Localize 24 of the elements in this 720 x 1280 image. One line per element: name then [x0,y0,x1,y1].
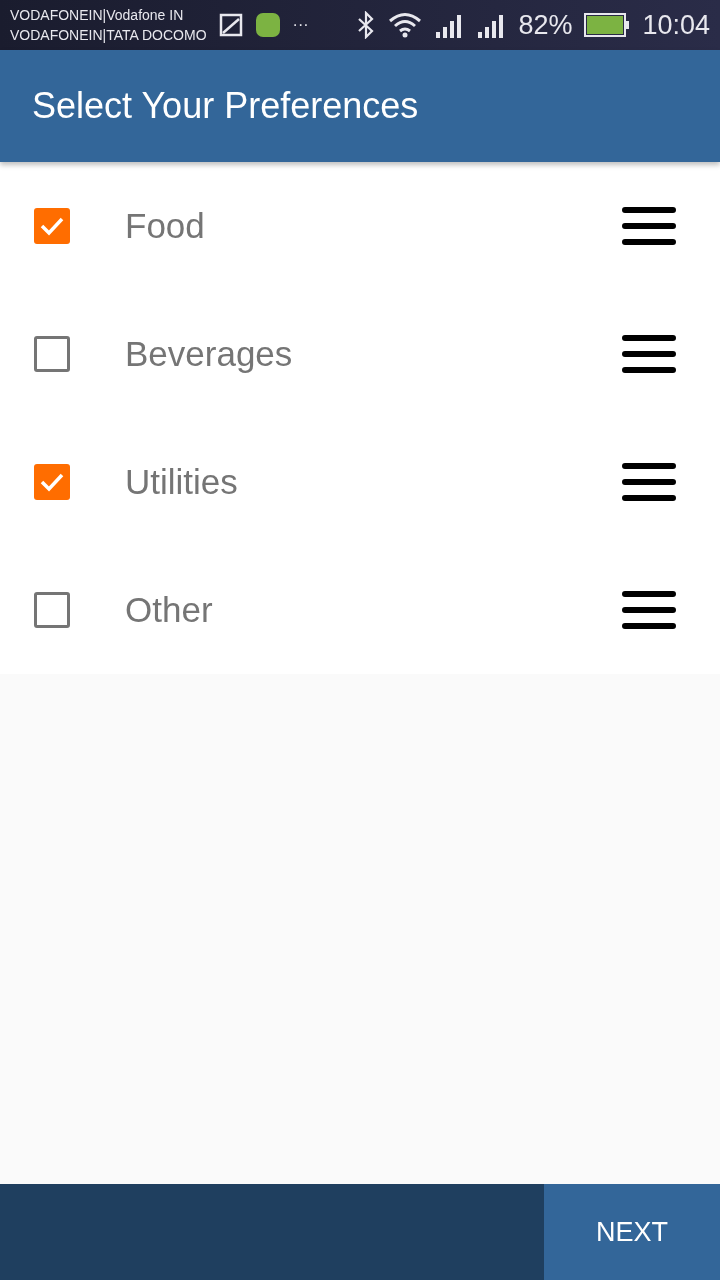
drag-handle-icon[interactable] [622,206,676,246]
clock: 10:04 [642,9,710,41]
battery-icon [584,13,631,37]
next-button[interactable]: NEXT [544,1184,720,1280]
checkbox[interactable] [34,464,70,500]
overflow-text: ··· [292,16,309,34]
drag-handle-icon[interactable] [622,334,676,374]
image-icon [218,13,243,37]
carrier-name: VODAFONEIN|Vodafone IN [10,6,185,25]
app-title: Select Your Preferences [32,85,419,127]
wifi-icon [388,12,423,38]
checkbox[interactable] [34,336,70,372]
carrier-name: VODAFONEIN|TATA DOCOMO [10,26,207,45]
preference-label: Food [125,206,206,246]
checkbox[interactable] [34,592,70,628]
preference-label: Utilities [125,462,239,502]
checkbox[interactable] [34,208,70,244]
preference-label: Other [125,590,214,630]
checkmark-icon [39,472,65,492]
checkmark-icon [39,216,65,236]
preference-label: Beverages [125,334,294,374]
drag-handle-icon[interactable] [622,590,676,630]
drag-handle-icon[interactable] [622,462,676,502]
battery-percent: 82% [518,9,573,41]
